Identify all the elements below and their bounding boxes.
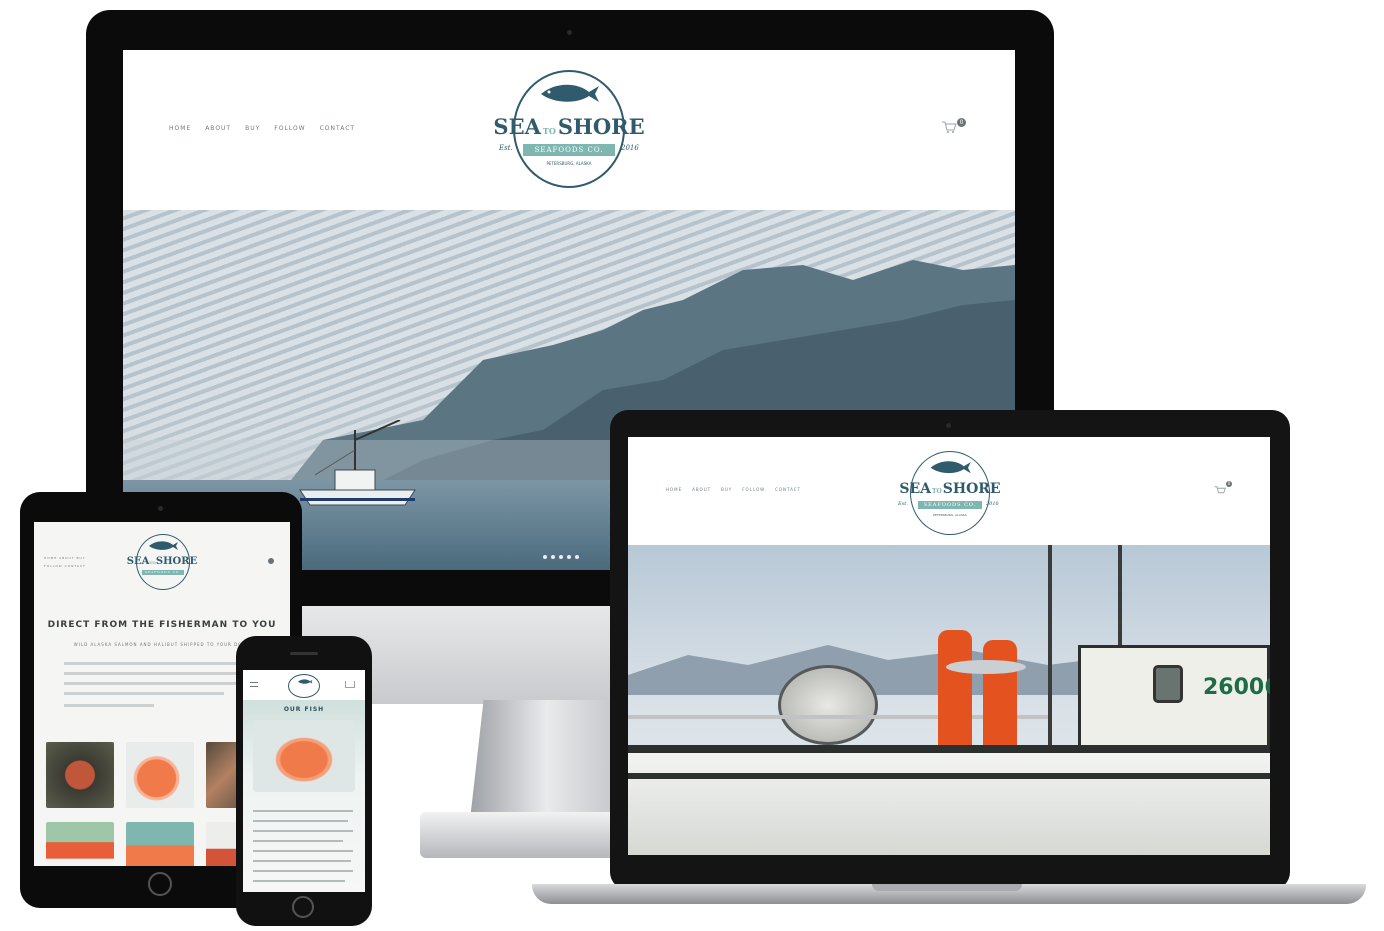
text-line (253, 810, 353, 812)
imac-camera (567, 30, 572, 35)
laptop-screen: HOME ABOUT BUY FOLLOW CONTACT SEATOSHORE… (628, 437, 1270, 855)
phone-heading: OUR FISH (283, 706, 325, 713)
laptop-cart[interactable]: 0 (1214, 481, 1234, 497)
text-line (253, 820, 348, 822)
boat-mast (1118, 545, 1122, 655)
desktop-logo[interactable]: SEA TOSHORE Est. SEAFOODS CO. 2016 PETERS… (485, 64, 653, 192)
nav-contact[interactable]: CONTACT (320, 125, 355, 132)
cart-icon (942, 121, 957, 133)
logo-location: PETERSBURG, ALASKA (546, 161, 592, 166)
nav-contact[interactable]: CONTACT (65, 564, 86, 568)
nav-follow[interactable]: FOLLOW (742, 487, 765, 492)
cart-icon (1214, 486, 1226, 494)
nav-about[interactable]: ABOUT (692, 487, 711, 492)
phone-screen: OUR FISH (243, 670, 365, 892)
laptop-site-header: HOME ABOUT BUY FOLLOW CONTACT SEATOSHORE… (628, 437, 1270, 545)
nav-home[interactable]: HOME (44, 556, 57, 560)
fish-icon (930, 461, 971, 474)
boat-window (1153, 665, 1183, 703)
text-line (253, 830, 353, 832)
cart-count-badge: 0 (1226, 481, 1232, 487)
logo-est-left: Est. (898, 501, 908, 507)
logo-banner: SEAFOODS CO. (918, 501, 982, 509)
text-line (253, 880, 345, 882)
desktop-nav: HOME ABOUT BUY FOLLOW CONTACT (169, 125, 355, 132)
cart-count-badge: 0 (957, 118, 966, 127)
menu-icon[interactable] (250, 682, 258, 687)
nav-follow[interactable]: FOLLOW (274, 125, 305, 132)
logo-est-left: Est. (499, 144, 513, 152)
nav-buy[interactable]: BUY (77, 556, 86, 560)
net-reel (778, 665, 878, 745)
laptop-logo[interactable]: SEATOSHORE Est. SEAFOODS CO. 2016 PETERS… (890, 447, 1010, 537)
nav-home[interactable]: HOME (666, 487, 682, 492)
text-line (253, 860, 351, 862)
fisherman-figure (983, 640, 1017, 750)
salmon-held (946, 660, 1026, 674)
boat-stripe (628, 773, 1270, 779)
fish-icon (298, 679, 313, 684)
product-thumb-dish[interactable] (46, 742, 114, 808)
boat-number: 26006 (1203, 675, 1270, 700)
laptop-nav: HOME ABOUT BUY FOLLOW CONTACT (666, 487, 801, 492)
desktop-site-header: HOME ABOUT BUY FOLLOW CONTACT SEA TOSHORE… (123, 50, 1015, 210)
nav-contact[interactable]: CONTACT (775, 487, 801, 492)
fish-icon (149, 541, 178, 550)
nav-about[interactable]: ABOUT (59, 556, 74, 560)
cart-icon[interactable] (345, 681, 355, 688)
product-thumb-salmon[interactable] (126, 742, 194, 808)
nav-about[interactable]: ABOUT (205, 125, 231, 132)
tablet-logo[interactable]: SEATOSHORE SEAFOODS CO. (120, 532, 204, 592)
logo-banner: SEAFOODS CO. (142, 570, 184, 575)
phone-salmon-image (253, 720, 355, 792)
text-line (64, 704, 154, 707)
nav-buy[interactable]: BUY (245, 125, 260, 132)
product-thumb-salmon-2[interactable] (46, 822, 114, 866)
nav-home[interactable]: HOME (169, 125, 191, 132)
boat-mast (1048, 545, 1052, 745)
logo-est-right: 2016 (621, 144, 639, 152)
boat-hull (628, 745, 1270, 855)
tablet-nav: HOME ABOUT BUY FOLLOW CONTACT (44, 554, 104, 570)
product-thumb-salmon-3[interactable] (126, 822, 194, 866)
text-line (64, 662, 254, 665)
text-line (253, 850, 353, 852)
logo-wordmark: SEATOSHORE (899, 481, 1001, 497)
tablet-home-button[interactable] (148, 872, 172, 896)
logo-location: PETERSBURG, ALASKA (933, 513, 967, 517)
laptop-camera (946, 423, 951, 428)
phone-home-button[interactable] (292, 896, 314, 918)
text-line (253, 870, 353, 872)
phone-speaker (290, 652, 318, 655)
desktop-cart[interactable]: 0 (941, 118, 967, 138)
logo-wordmark: SEATOSHORE (126, 556, 198, 567)
fish-icon (541, 84, 599, 102)
text-line (64, 692, 224, 695)
tablet-heading: DIRECT FROM THE FISHERMAN TO YOU (47, 620, 277, 630)
phone-logo[interactable] (288, 674, 320, 698)
logo-est-right: 2016 (986, 501, 999, 507)
slider-dots[interactable] (543, 555, 579, 559)
nav-follow[interactable]: FOLLOW (44, 564, 63, 568)
laptop-hero-image: 26006 (628, 545, 1270, 855)
text-line (64, 672, 244, 675)
phone-site-header (243, 670, 365, 700)
tablet-camera (158, 506, 163, 511)
text-line (64, 682, 254, 685)
cart-icon[interactable] (268, 558, 274, 564)
text-line (253, 840, 343, 842)
fishing-boat-illustration (299, 420, 416, 506)
fisherman-figure (938, 630, 972, 750)
laptop-notch (872, 884, 1022, 891)
nav-buy[interactable]: BUY (721, 487, 732, 492)
logo-banner: SEAFOODS CO. (523, 144, 615, 156)
logo-wordmark: SEATOSHORE (493, 114, 645, 139)
